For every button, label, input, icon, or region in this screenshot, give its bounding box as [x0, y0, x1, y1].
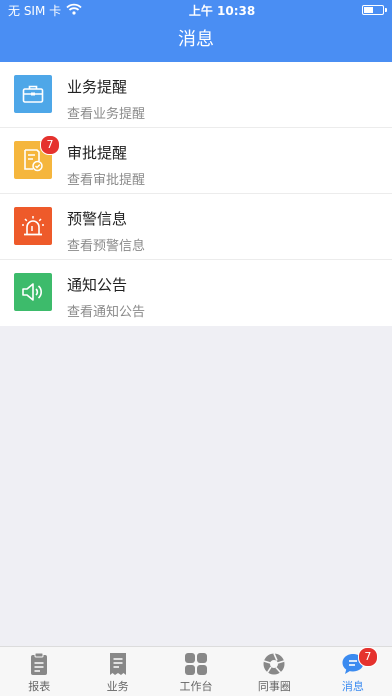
- grid-icon: [183, 651, 209, 677]
- status-bar: 无 SIM 卡 上午 10:38: [0, 0, 392, 20]
- speaker-icon: [14, 273, 52, 311]
- message-row-business[interactable]: 业务提醒 查看业务提醒: [0, 62, 392, 128]
- tab-label: 报表: [28, 680, 51, 693]
- approval-doc-icon: 7: [14, 135, 60, 179]
- row-title: 业务提醒: [67, 78, 128, 96]
- tab-reports[interactable]: 报表: [0, 647, 78, 696]
- tab-workbench[interactable]: 工作台: [157, 647, 235, 696]
- message-row-approval[interactable]: 7 审批提醒 查看审批提醒: [0, 128, 392, 194]
- row-title: 通知公告: [67, 276, 128, 294]
- row-title: 预警信息: [67, 210, 128, 228]
- chat-bubble-icon: 7: [340, 647, 378, 677]
- row-subtitle: 查看审批提醒: [67, 173, 146, 188]
- page-title: 消息: [178, 29, 214, 50]
- clock-label: 上午 10:38: [188, 3, 256, 18]
- clipboard-icon: [26, 651, 52, 677]
- alarm-light-icon: [14, 207, 52, 245]
- row-subtitle: 查看业务提醒: [67, 107, 146, 122]
- message-row-notice[interactable]: 通知公告 查看通知公告: [0, 260, 392, 326]
- message-row-warning[interactable]: 预警信息 查看预警信息: [0, 194, 392, 260]
- row-title: 审批提醒: [67, 144, 128, 162]
- tab-label: 消息: [341, 680, 364, 693]
- tab-messages[interactable]: 7 消息: [314, 647, 392, 696]
- message-category-list: 业务提醒 查看业务提醒 7 审批提醒 查看审批提醒 预警信息 查看预警信息 通知…: [0, 62, 392, 326]
- tab-label: 业务: [106, 680, 129, 693]
- tab-colleagues[interactable]: 同事圈: [235, 647, 313, 696]
- battery-icon: [362, 5, 387, 15]
- approval-count-badge: 7: [40, 135, 60, 155]
- bottom-tab-bar: 报表 业务 工作台 同事圈 7 消息: [0, 646, 392, 696]
- aperture-icon: [261, 651, 287, 677]
- messages-count-badge: 7: [357, 647, 378, 667]
- tab-label: 工作台: [179, 680, 213, 693]
- tab-label: 同事圈: [257, 680, 291, 693]
- receipt-icon: [105, 651, 131, 677]
- row-subtitle: 查看预警信息: [67, 239, 146, 254]
- carrier-label: 无 SIM 卡: [8, 3, 62, 18]
- app-header: 无 SIM 卡 上午 10:38 消息: [0, 0, 392, 62]
- row-subtitle: 查看通知公告: [67, 305, 146, 320]
- briefcase-icon: [14, 75, 52, 113]
- wifi-icon: [66, 3, 82, 18]
- tab-business[interactable]: 业务: [78, 647, 156, 696]
